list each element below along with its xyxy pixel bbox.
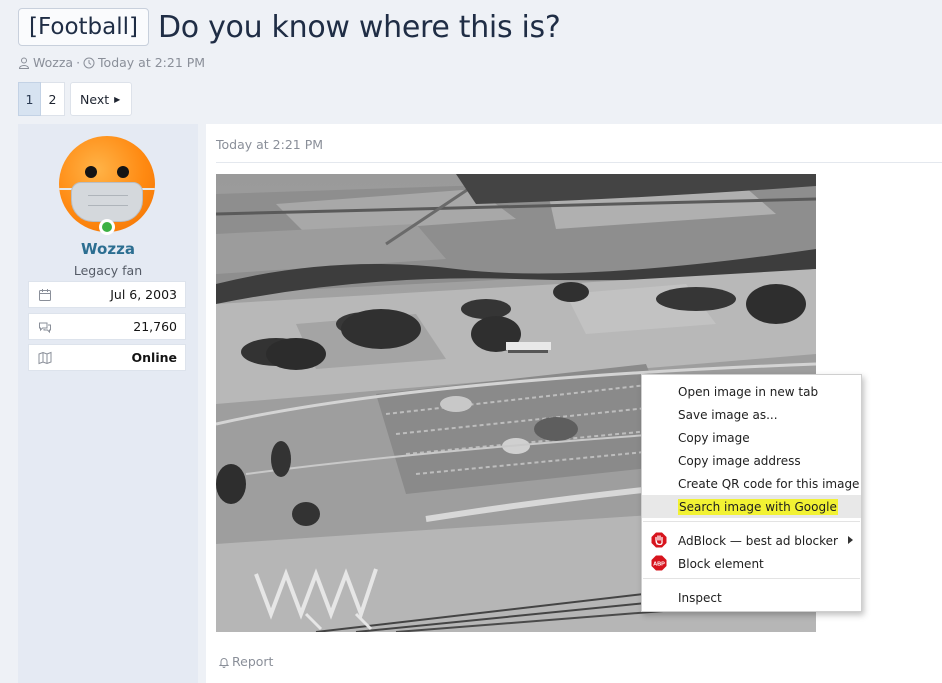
avatar-face-mask	[71, 182, 143, 222]
avatar-eye-right	[117, 166, 129, 178]
menu-item-label: Save image as...	[678, 407, 778, 422]
menu-item-label: Copy image address	[678, 453, 801, 468]
menu-separator	[643, 521, 860, 522]
mask-pleat	[88, 195, 128, 196]
thread-prefix-badge[interactable]: [Football]	[18, 8, 149, 46]
menu-item-label: Create QR code for this image	[678, 476, 860, 491]
bell-icon	[218, 657, 230, 668]
menu-item-label: Copy image	[678, 430, 750, 445]
menu-item-inspect[interactable]: Inspect	[642, 586, 861, 609]
menu-item-label: Block element	[678, 556, 764, 571]
abp-badge-text: ABP	[653, 562, 665, 568]
page-1-link[interactable]: 1	[18, 82, 41, 116]
post-divider	[216, 162, 942, 163]
thread-time[interactable]: Today at 2:21 PM	[98, 55, 205, 70]
menu-separator	[643, 578, 860, 579]
menu-item-search-image-google[interactable]: Search image with Google	[642, 495, 861, 518]
location-value[interactable]: Online	[132, 350, 177, 365]
context-menu: Open image in new tab Save image as... C…	[641, 374, 862, 612]
menu-item-label: Search image with Google	[678, 498, 838, 515]
menu-item-open-image-new-tab[interactable]: Open image in new tab	[642, 380, 861, 403]
menu-item-create-qr-code[interactable]: Create QR code for this image	[642, 472, 861, 495]
thread-title: Do you know where this is?	[158, 9, 561, 45]
submenu-arrow-icon	[848, 536, 853, 544]
avatar[interactable]	[59, 136, 155, 232]
pagination: 1 2 Next ▶	[18, 82, 133, 116]
report-label: Report	[232, 654, 274, 669]
stat-joined: Jul 6, 2003	[28, 281, 186, 308]
menu-item-adblock[interactable]: AdBlock — best ad blocker	[642, 529, 861, 552]
menu-item-block-element[interactable]: ABP Block element	[642, 552, 861, 575]
menu-item-label: Open image in new tab	[678, 384, 819, 399]
menu-item-copy-image[interactable]: Copy image	[642, 426, 861, 449]
post-date[interactable]: Today at 2:21 PM	[216, 137, 323, 152]
user-title: Legacy fan	[73, 263, 143, 278]
thread-author[interactable]: Wozza	[33, 55, 73, 70]
map-icon	[38, 351, 52, 364]
online-status-icon	[99, 219, 115, 235]
joined-date: Jul 6, 2003	[110, 287, 177, 302]
abp-icon: ABP	[651, 555, 667, 571]
meta-separator: ·	[76, 55, 81, 70]
user-icon	[18, 57, 30, 69]
calendar-icon	[39, 288, 51, 301]
thread-meta: Wozza · Today at 2:21 PM	[18, 55, 208, 70]
user-panel: Wozza Legacy fan Jul 6, 2003 21,760 Onli…	[18, 124, 198, 683]
menu-item-label: Inspect	[678, 590, 722, 605]
avatar-eye-left	[85, 166, 97, 178]
messages-icon	[39, 322, 51, 333]
next-page-label: Next	[80, 91, 110, 107]
post-username[interactable]: Wozza	[18, 240, 198, 258]
next-page-button[interactable]: Next ▶	[70, 82, 133, 116]
thread-title-row: [Football] Do you know where this is?	[18, 8, 561, 46]
menu-item-save-image-as[interactable]: Save image as...	[642, 403, 861, 426]
mask-pleat	[88, 205, 128, 206]
adblock-hand-icon	[651, 532, 667, 548]
message-count[interactable]: 21,760	[133, 319, 177, 334]
page-2-link[interactable]: 2	[41, 82, 65, 116]
caret-right-icon: ▶	[114, 94, 121, 104]
clock-icon	[83, 57, 95, 68]
menu-item-label: AdBlock — best ad blocker	[678, 533, 838, 548]
menu-item-copy-image-address[interactable]: Copy image address	[642, 449, 861, 472]
report-link[interactable]: Report	[218, 654, 273, 669]
stat-location: Online	[28, 344, 186, 371]
stat-messages: 21,760	[28, 313, 186, 340]
